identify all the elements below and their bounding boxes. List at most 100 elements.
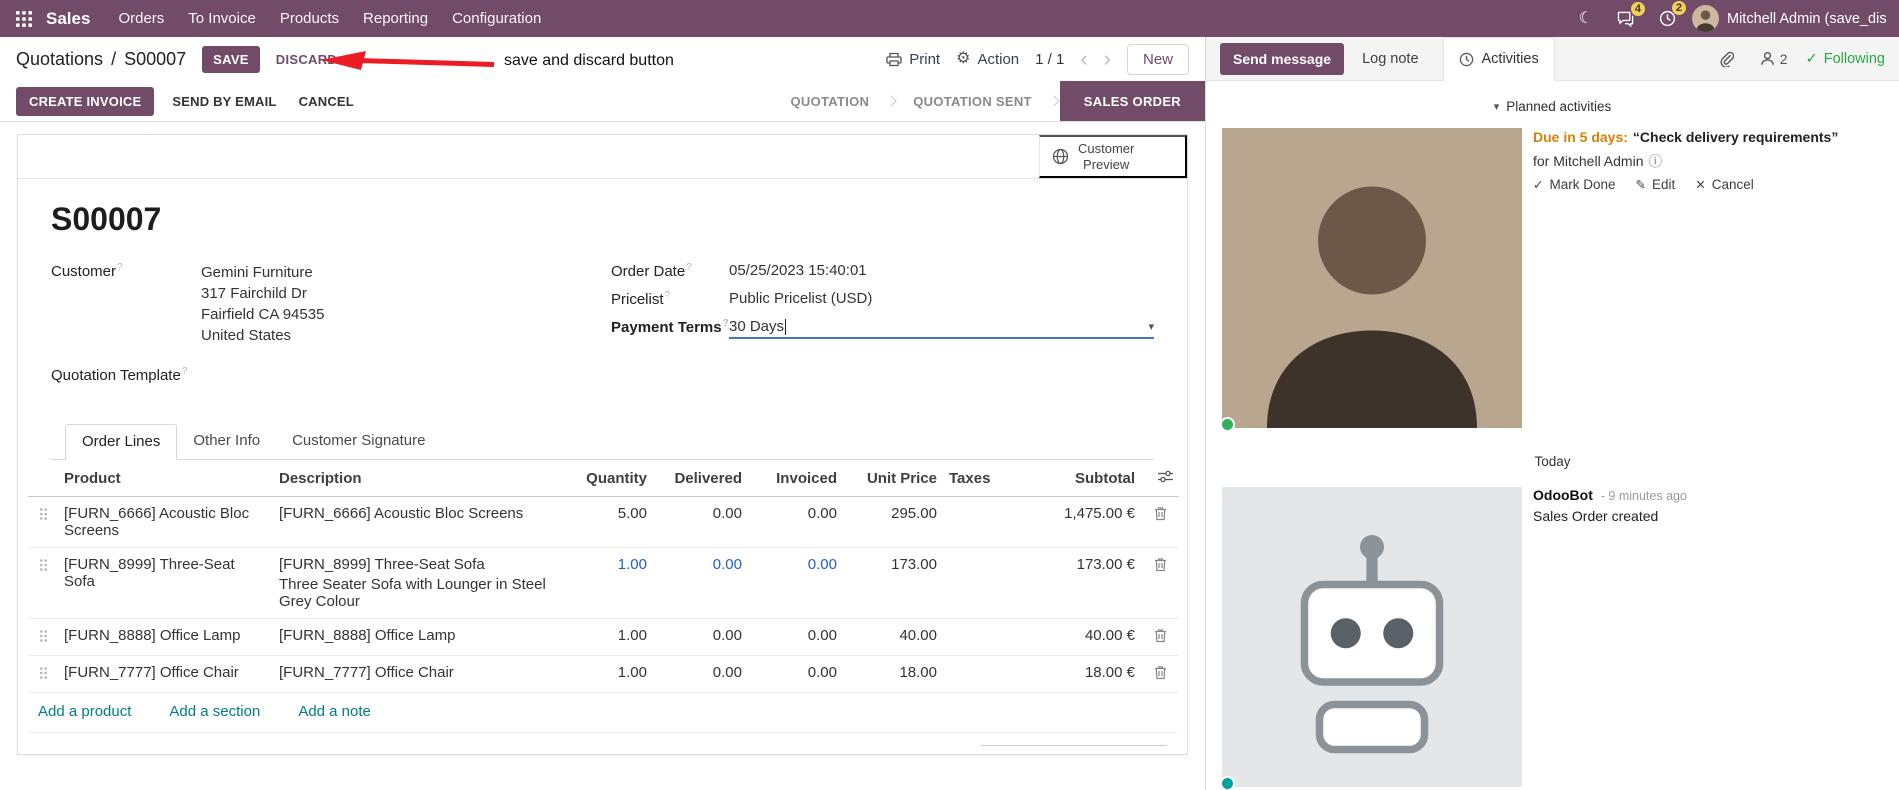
clock-icon <box>1459 52 1473 66</box>
form-sheet: Customer Preview S00007 Customer? Gemini … <box>17 134 1188 755</box>
cell-invoiced[interactable]: 0.00 <box>748 655 843 693</box>
action-button[interactable]: ⚙ Action <box>956 51 1019 68</box>
cell-unit-price[interactable]: 40.00 <box>843 618 943 656</box>
user-menu[interactable]: Mitchell Admin (save_discar <box>1727 11 1887 27</box>
tab-order-lines[interactable]: Order Lines <box>65 424 178 460</box>
customer-link[interactable]: Gemini Furniture <box>201 262 324 283</box>
cell-product[interactable]: [FURN_8888] Office Lamp <box>58 618 273 656</box>
optional-columns-icon[interactable] <box>1141 460 1179 497</box>
chevron-right-icon <box>885 95 897 107</box>
planned-activities-toggle[interactable]: ▾ Planned activities <box>1206 89 1899 124</box>
save-button[interactable]: SAVE <box>202 45 260 73</box>
menu-orders[interactable]: Orders <box>106 2 176 35</box>
state-sales-order[interactable]: SALES ORDER <box>1059 81 1205 121</box>
menu-reporting[interactable]: Reporting <box>351 2 440 35</box>
drag-handle-icon[interactable] <box>28 547 58 619</box>
status-pipeline: QUOTATION QUOTATION SENT SALES ORDER <box>774 81 1205 121</box>
control-panel: Quotations / S00007 SAVE DISCARD save an… <box>0 37 1205 81</box>
top-navbar: Sales Orders To Invoice Products Reporti… <box>0 0 1899 37</box>
order-date-field[interactable]: 05/25/2023 15:40:01 <box>729 262 867 279</box>
state-quotation[interactable]: QUOTATION <box>774 81 885 121</box>
dark-mode-toggle[interactable]: ☾ <box>1571 7 1601 31</box>
drag-handle-icon[interactable] <box>28 655 58 693</box>
delete-row-icon[interactable] <box>1141 618 1179 656</box>
main-content: Quotations / S00007 SAVE DISCARD save an… <box>0 37 1206 790</box>
cell-unit-price[interactable]: 18.00 <box>843 655 943 693</box>
menu-to-invoice[interactable]: To Invoice <box>176 2 268 35</box>
dropdown-caret-icon[interactable]: ▾ <box>1148 320 1154 333</box>
drag-handle-icon[interactable] <box>28 496 58 548</box>
edit-activity-button[interactable]: ✎ Edit <box>1636 177 1676 192</box>
cell-invoiced[interactable]: 0.00 <box>748 547 843 619</box>
cell-taxes[interactable] <box>943 547 1013 619</box>
messages-badge: 4 <box>1630 1 1645 16</box>
add-note-link[interactable]: Add a note <box>298 703 371 720</box>
cell-description[interactable]: [FURN_7777] Office Chair <box>273 655 558 693</box>
cell-delivered[interactable]: 0.00 <box>653 547 748 619</box>
send-by-email-button[interactable]: SEND BY EMAIL <box>168 87 280 116</box>
cell-product[interactable]: [FURN_8999] Three-Seat Sofa <box>58 547 273 619</box>
cancel-activity-button[interactable]: ✕ Cancel <box>1695 177 1754 192</box>
total-block: Total: 1,706.00 € <box>981 745 1167 754</box>
pager-value[interactable]: 1 / 1 <box>1035 51 1064 68</box>
tab-activities[interactable]: Activities <box>1442 37 1555 81</box>
create-invoice-button[interactable]: CREATE INVOICE <box>16 86 155 116</box>
text-cursor <box>785 318 787 335</box>
breadcrumb-quotations[interactable]: Quotations <box>16 49 103 70</box>
menu-configuration[interactable]: Configuration <box>440 2 553 35</box>
delete-row-icon[interactable] <box>1141 655 1179 693</box>
add-section-link[interactable]: Add a section <box>169 703 260 720</box>
messages-button[interactable]: 4 <box>1609 1 1645 31</box>
drag-handle-icon[interactable] <box>28 618 58 656</box>
customer-preview-button[interactable]: Customer Preview <box>1039 135 1187 178</box>
user-avatar[interactable] <box>1692 5 1719 32</box>
user-icon <box>1760 51 1774 65</box>
cell-delivered[interactable]: 0.00 <box>653 496 748 548</box>
cell-quantity[interactable]: 1.00 <box>558 655 653 693</box>
message-item: OdooBot - 9 minutes ago Sales Order crea… <box>1206 483 1899 790</box>
info-icon[interactable]: ⓘ <box>1648 150 1662 170</box>
pager-next-icon[interactable]: › <box>1104 48 1111 70</box>
cell-taxes[interactable] <box>943 496 1013 548</box>
new-button[interactable]: New <box>1126 43 1189 75</box>
print-button[interactable]: Print <box>886 51 940 68</box>
cell-subtotal: 40.00 € <box>1013 618 1141 656</box>
payment-terms-field[interactable]: 30 Days ▾ <box>729 318 1154 339</box>
cell-unit-price[interactable]: 295.00 <box>843 496 943 548</box>
cell-product[interactable]: [FURN_7777] Office Chair <box>58 655 273 693</box>
pager-previous-icon[interactable]: ‹ <box>1080 48 1087 70</box>
following-button[interactable]: ✓ Following <box>1806 51 1885 67</box>
followers-button[interactable]: 2 <box>1760 51 1788 67</box>
menu-products[interactable]: Products <box>268 2 351 35</box>
state-quotation-sent[interactable]: QUOTATION SENT <box>897 81 1048 121</box>
activities-button[interactable]: 2 <box>1651 1 1686 31</box>
tab-customer-signature[interactable]: Customer Signature <box>276 424 441 460</box>
cell-taxes[interactable] <box>943 618 1013 656</box>
cancel-button[interactable]: CANCEL <box>295 87 358 116</box>
mark-done-button[interactable]: ✓ Mark Done <box>1533 177 1616 192</box>
add-product-link[interactable]: Add a product <box>38 703 131 720</box>
cell-description[interactable]: [FURN_8999] Three-Seat Sofa Three Seater… <box>273 547 558 619</box>
cell-invoiced[interactable]: 0.00 <box>748 496 843 548</box>
delete-row-icon[interactable] <box>1141 547 1179 619</box>
cell-unit-price[interactable]: 173.00 <box>843 547 943 619</box>
cell-delivered[interactable]: 0.00 <box>653 655 748 693</box>
cell-quantity[interactable]: 5.00 <box>558 496 653 548</box>
cell-taxes[interactable] <box>943 655 1013 693</box>
tab-other-info[interactable]: Other Info <box>177 424 276 460</box>
cell-quantity[interactable]: 1.00 <box>558 618 653 656</box>
cell-invoiced[interactable]: 0.00 <box>748 618 843 656</box>
attach-files-button[interactable] <box>1711 47 1742 71</box>
cell-delivered[interactable]: 0.00 <box>653 618 748 656</box>
send-message-button[interactable]: Send message <box>1220 42 1345 75</box>
log-note-button[interactable]: Log note <box>1352 43 1428 75</box>
app-name[interactable]: Sales <box>46 9 90 29</box>
col-subtotal: Subtotal <box>1013 460 1141 497</box>
cell-description[interactable]: [FURN_6666] Acoustic Bloc Screens <box>273 496 558 548</box>
cell-quantity[interactable]: 1.00 <box>558 547 653 619</box>
apps-menu-icon[interactable] <box>10 7 38 31</box>
pricelist-field[interactable]: Public Pricelist (USD) <box>729 290 872 307</box>
cell-product[interactable]: [FURN_6666] Acoustic Bloc Screens <box>58 496 273 548</box>
cell-description[interactable]: [FURN_8888] Office Lamp <box>273 618 558 656</box>
delete-row-icon[interactable] <box>1141 496 1179 548</box>
